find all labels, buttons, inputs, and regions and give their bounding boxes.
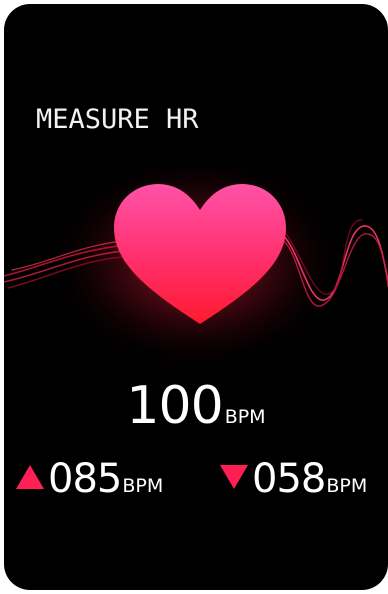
triangle-down-icon: [220, 465, 248, 489]
triangle-up-icon: [16, 465, 44, 489]
min-heart-rate: 058 BPM: [220, 456, 367, 502]
current-bpm-value: 100: [126, 376, 223, 436]
current-heart-rate: 100 BPM: [4, 376, 388, 436]
page-title: MEASURE HR: [36, 104, 199, 135]
max-heart-rate: 085 BPM: [16, 456, 163, 502]
min-bpm-unit: BPM: [326, 475, 368, 497]
min-bpm-value: 058: [252, 456, 326, 502]
heart-rate-range: 085 BPM 058 BPM: [14, 456, 388, 506]
max-bpm-unit: BPM: [122, 475, 164, 497]
watch-screen: MEASURE HR 100 BPM 085 BPM 058 BPM: [4, 4, 388, 590]
current-bpm-unit: BPM: [224, 406, 266, 428]
max-bpm-value: 085: [48, 456, 122, 502]
heart-rate-graphic: [4, 154, 388, 364]
